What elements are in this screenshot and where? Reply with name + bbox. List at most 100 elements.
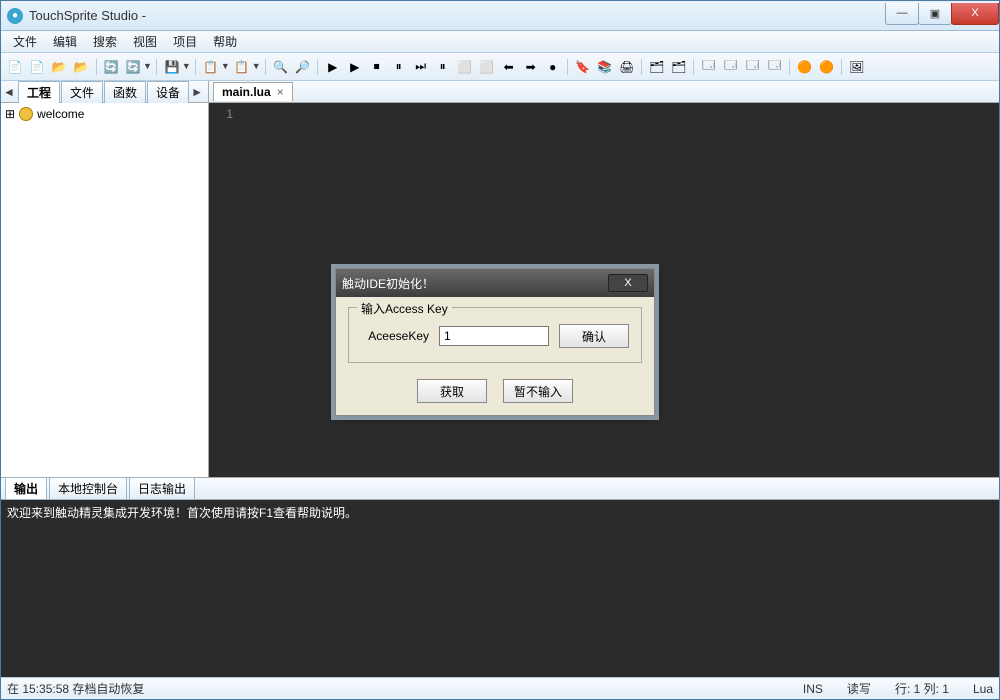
toolbar-button-47[interactable]: 🖼 [847,57,867,77]
menu-help[interactable]: 帮助 [205,31,245,52]
status-lang: Lua [973,682,993,696]
toolbar-button-42[interactable]: 🗔 [765,57,785,77]
toolbar-button-22[interactable]: ⏹ [367,57,387,77]
skip-button[interactable]: 暂不输入 [503,379,573,403]
toolbar-button-28[interactable]: ⬅ [499,57,519,77]
toolbar-button-21[interactable]: ▶ [345,57,365,77]
dropdown-icon[interactable]: ▼ [143,62,152,71]
toolbar-button-1[interactable]: 📄 [27,57,47,77]
menu-project[interactable]: 项目 [165,31,205,52]
status-autosave: 在 15:35:58 存档自动恢复 [7,680,144,697]
toolbar-separator [93,57,99,77]
toolbar-separator [263,57,269,77]
sidebar-tab-devices[interactable]: 设备 [147,81,189,103]
line-gutter: 1 [209,103,239,477]
status-bar: 在 15:35:58 存档自动恢复 INS 读写 行: 1 列: 1 Lua [1,677,999,699]
toolbar-separator [565,57,571,77]
sidebar-scroll-right-icon[interactable]: ► [189,85,205,99]
toolbar-button-37[interactable]: 🗂 [669,57,689,77]
minimize-button[interactable]: — [885,3,919,25]
toolbar-button-32[interactable]: 🔖 [573,57,593,77]
accesskey-input[interactable] [439,326,549,346]
toolbar-button-0[interactable]: 📄 [5,57,25,77]
toolbar-button-14[interactable]: 📋 [232,57,252,77]
toolbar-separator [839,57,845,77]
maximize-button[interactable]: ▣ [918,3,952,25]
toolbar-separator [154,57,160,77]
status-rw: 读写 [847,680,871,697]
init-dialog: 触动IDE初始化！ X 输入Access Key AceeseKey 确认 获取… [335,268,655,416]
output-panel[interactable]: 欢迎来到触动精灵集成开发环境！首次使用请按F1查看帮助说明。 [1,500,999,677]
file-tab-main[interactable]: main.lua × [213,82,293,101]
dialog-title: 触动IDE初始化！ [342,275,434,292]
fieldset-legend: 输入Access Key [357,300,452,317]
toolbar-button-24[interactable]: ⏭ [411,57,431,77]
file-tab-bar: main.lua × [209,81,999,103]
toolbar-button-41[interactable]: 🗔 [743,57,763,77]
toolbar-button-30[interactable]: ● [543,57,563,77]
menu-file[interactable]: 文件 [5,31,45,52]
toolbar-button-3[interactable]: 📂 [71,57,91,77]
tree-root-label: welcome [37,107,84,121]
toolbar-button-6[interactable]: 🔄 [123,57,143,77]
file-tab-label: main.lua [222,85,271,99]
output-text: 欢迎来到触动精灵集成开发环境！首次使用请按F1查看帮助说明。 [7,504,993,521]
close-button[interactable]: X [951,3,999,25]
toolbar-separator [787,57,793,77]
output-tab-log[interactable]: 日志输出 [129,477,195,500]
toolbar-button-40[interactable]: 🗔 [721,57,741,77]
toolbar-button-23[interactable]: ⏸ [389,57,409,77]
titlebar[interactable]: ● TouchSprite Studio - — ▣ X [1,1,999,31]
toolbar-button-29[interactable]: ➡ [521,57,541,77]
toolbar-separator [639,57,645,77]
tree-root[interactable]: ⊞ welcome [5,107,204,121]
sidebar-tabs: ◄ 工程 文件 函数 设备 ► [1,81,208,103]
toolbar-button-20[interactable]: ▶ [323,57,343,77]
status-pos: 行: 1 列: 1 [895,680,949,697]
status-ins: INS [803,682,823,696]
dialog-close-button[interactable]: X [608,274,648,292]
toolbar-button-18[interactable]: 🔎 [293,57,313,77]
toolbar-button-39[interactable]: 🗔 [699,57,719,77]
toolbar-button-9[interactable]: 💾 [162,57,182,77]
toolbar-button-5[interactable]: 🔄 [101,57,121,77]
confirm-button[interactable]: 确认 [559,324,629,348]
sidebar-tab-functions[interactable]: 函数 [104,81,146,103]
menu-view[interactable]: 视图 [125,31,165,52]
output-tab-console[interactable]: 本地控制台 [49,477,127,500]
menu-bar: 文件 编辑 搜索 视图 项目 帮助 [1,31,999,53]
menu-search[interactable]: 搜索 [85,31,125,52]
project-tree[interactable]: ⊞ welcome [1,103,208,125]
toolbar-button-27[interactable]: ⬜ [477,57,497,77]
dialog-titlebar[interactable]: 触动IDE初始化！ X [336,269,654,297]
toolbar-button-2[interactable]: 📂 [49,57,69,77]
toolbar-button-26[interactable]: ⬜ [455,57,475,77]
toolbar-button-17[interactable]: 🔍 [271,57,291,77]
accesskey-label: AceeseKey [361,329,429,343]
file-tab-close-icon[interactable]: × [277,85,284,99]
toolbar-button-12[interactable]: 📋 [201,57,221,77]
toolbar-button-36[interactable]: 🗂 [647,57,667,77]
toolbar-button-33[interactable]: 📚 [595,57,615,77]
sidebar-scroll-left-icon[interactable]: ◄ [1,85,17,99]
output-tab-output[interactable]: 输出 [5,477,47,500]
dropdown-icon[interactable]: ▼ [182,62,191,71]
expand-icon[interactable]: ⊞ [5,107,15,121]
toolbar: 📄📄📂📂🔄🔄▼💾▼📋▼📋▼🔍🔎▶▶⏹⏸⏭⏸⬜⬜⬅➡●🔖📚🖨🗂🗂🗔🗔🗔🗔🟠🟠🖼 [1,53,999,81]
toolbar-button-44[interactable]: 🟠 [795,57,815,77]
get-button[interactable]: 获取 [417,379,487,403]
gear-icon [19,107,33,121]
app-icon: ● [7,8,23,24]
toolbar-separator [315,57,321,77]
toolbar-separator [193,57,199,77]
toolbar-button-45[interactable]: 🟠 [817,57,837,77]
menu-edit[interactable]: 编辑 [45,31,85,52]
sidebar-tab-files[interactable]: 文件 [61,81,103,103]
sidebar-tab-project[interactable]: 工程 [18,81,60,103]
toolbar-button-25[interactable]: ⏸ [433,57,453,77]
toolbar-separator [691,57,697,77]
toolbar-button-34[interactable]: 🖨 [617,57,637,77]
output-tabs: 输出 本地控制台 日志输出 [1,478,999,500]
dropdown-icon[interactable]: ▼ [252,62,261,71]
dropdown-icon[interactable]: ▼ [221,62,230,71]
